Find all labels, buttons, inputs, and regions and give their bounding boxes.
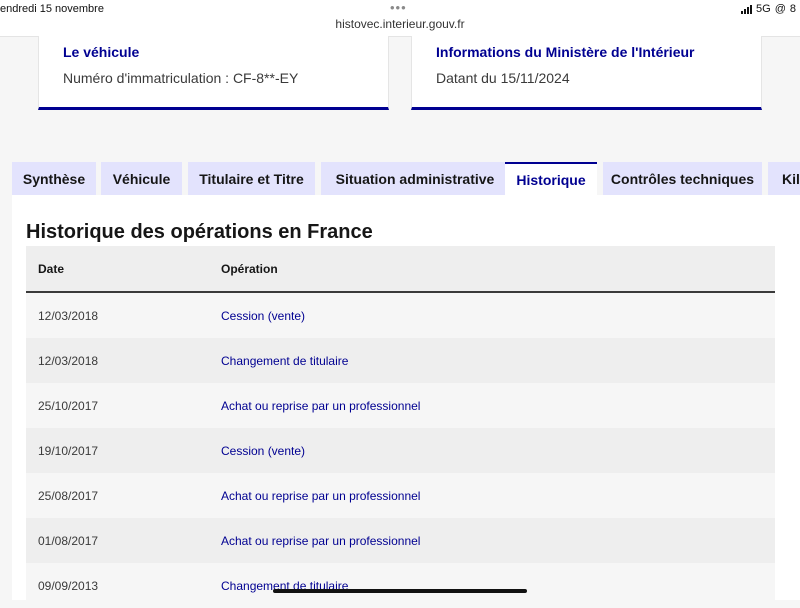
tab-situation-administrative[interactable]: Situation administrative (321, 162, 509, 195)
row-operation-link[interactable]: Achat ou reprise par un professionnel (221, 399, 420, 413)
more-dots-icon[interactable]: ••• (390, 0, 407, 15)
signal-icon (741, 4, 753, 14)
row-date: 19/10/2017 (38, 444, 99, 458)
row-operation-link[interactable]: Achat ou reprise par un professionnel (221, 489, 420, 503)
location-icon: @ (774, 3, 786, 15)
row-operation-link[interactable]: Achat ou reprise par un professionnel (221, 534, 420, 548)
address-bar-url[interactable]: histovec.interieur.gouv.fr (0, 17, 800, 31)
tab-titulaire-titre[interactable]: Titulaire et Titre (188, 162, 315, 195)
row-operation-link[interactable]: Changement de titulaire (221, 354, 348, 368)
tab-bar: Synthèse Véhicule Titulaire et Titre Sit… (12, 162, 800, 195)
row-date: 12/03/2018 (38, 354, 99, 368)
column-header-operation: Opération (221, 262, 278, 276)
vehicle-card-title: Le véhicule (63, 44, 140, 60)
network-label: 5G (756, 3, 771, 15)
table-row: 25/08/2017 Achat ou reprise par un profe… (26, 473, 775, 518)
table-row: 09/09/2013 Changement de titulaire (26, 563, 775, 608)
row-date: 09/09/2013 (38, 579, 99, 593)
registration-number: Numéro d'immatriculation : CF-8**-EY (63, 70, 299, 86)
tab-synthese[interactable]: Synthèse (12, 162, 96, 195)
vehicle-card: Le véhicule Numéro d'immatriculation : C… (38, 36, 389, 110)
status-bar: endredi 15 novembre ••• histovec.interie… (0, 0, 800, 37)
table-header: Date Opération (26, 246, 775, 293)
table-row: 19/10/2017 Cession (vente) (26, 428, 775, 473)
status-date: endredi 15 novembre (0, 3, 104, 15)
row-operation-link[interactable]: Cession (vente) (221, 309, 305, 323)
ministry-card: Informations du Ministère de l'Intérieur… (411, 36, 762, 110)
row-date: 12/03/2018 (38, 309, 99, 323)
tab-vehicule[interactable]: Véhicule (101, 162, 182, 195)
row-date: 01/08/2017 (38, 534, 99, 548)
ministry-card-title: Informations du Ministère de l'Intérieur (436, 44, 695, 60)
table-row: 12/03/2018 Cession (vente) (26, 293, 775, 338)
tab-kilometrage[interactable]: Kilo (768, 162, 800, 195)
row-operation-link[interactable]: Cession (vente) (221, 444, 305, 458)
column-header-date: Date (38, 262, 65, 276)
history-table: Date Opération 12/03/2018 Cession (vente… (26, 246, 775, 608)
history-panel: Historique des opérations en France Date… (12, 195, 800, 608)
table-row: 12/03/2018 Changement de titulaire (26, 338, 775, 383)
table-row: 01/08/2017 Achat ou reprise par un profe… (26, 518, 775, 563)
ministry-date: Datant du 15/11/2024 (436, 70, 570, 86)
status-indicators: 5G @ 8 (741, 3, 796, 15)
table-body: 12/03/2018 Cession (vente) 12/03/2018 Ch… (26, 293, 775, 608)
table-row: 25/10/2017 Achat ou reprise par un profe… (26, 383, 775, 428)
history-title: Historique des opérations en France (26, 221, 373, 243)
row-date: 25/10/2017 (38, 399, 99, 413)
tab-historique[interactable]: Historique (505, 162, 597, 195)
battery-label: 8 (789, 3, 796, 15)
home-indicator[interactable] (273, 589, 527, 593)
row-date: 25/08/2017 (38, 489, 99, 503)
tab-controles-techniques[interactable]: Contrôles techniques (603, 162, 762, 195)
